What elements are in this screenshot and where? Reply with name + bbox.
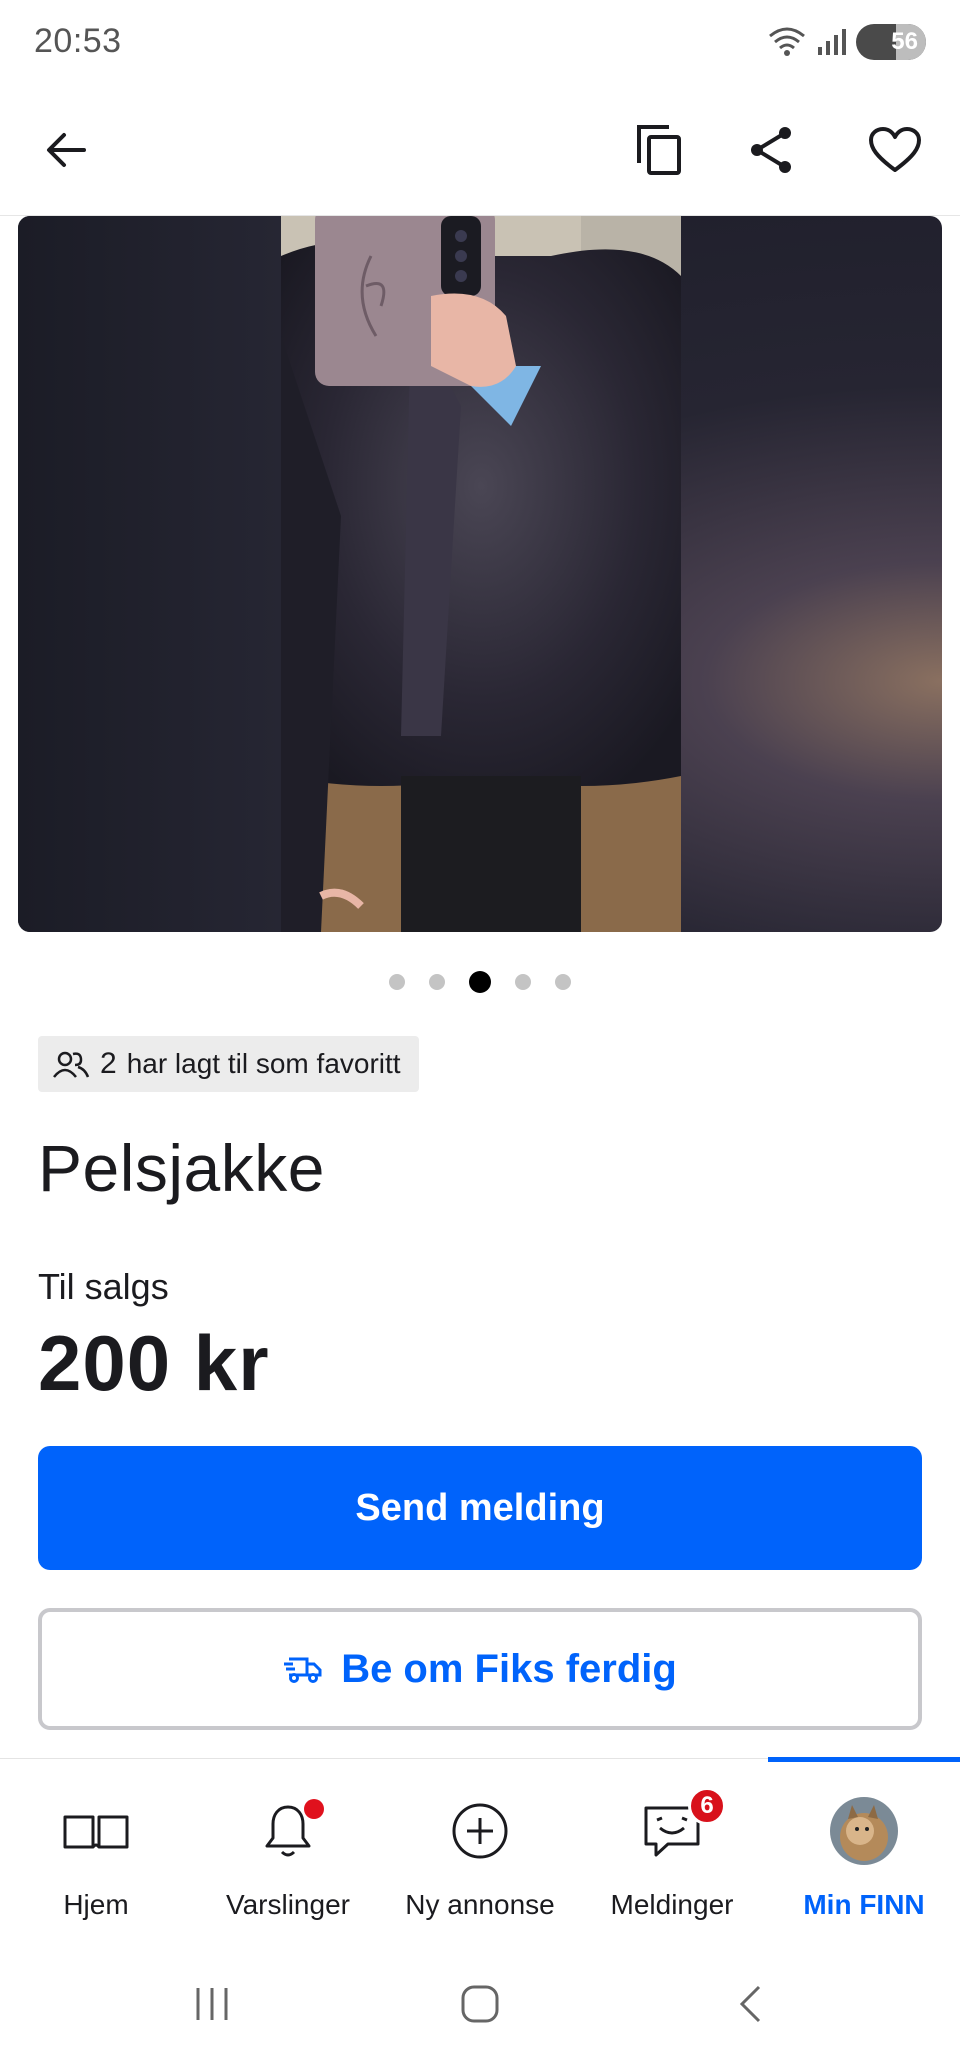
arrow-left-icon bbox=[47, 133, 86, 167]
recent-apps-icon bbox=[196, 1988, 228, 2020]
notification-dot bbox=[304, 1799, 324, 1819]
status-bar: 20:53 56 bbox=[0, 0, 960, 86]
system-back-button[interactable] bbox=[710, 1974, 790, 2034]
avatar bbox=[830, 1797, 898, 1865]
nav-label-min-finn: Min FINN bbox=[803, 1889, 925, 1920]
status-time: 20:53 bbox=[34, 22, 122, 60]
favorites-badge: 2 har lagt til som favoritt bbox=[38, 1036, 419, 1092]
home-button[interactable] bbox=[440, 1974, 520, 2034]
recent-apps-button[interactable] bbox=[172, 1974, 252, 2034]
listing-title: Pelsjakke bbox=[38, 1131, 325, 1205]
nav-item-min-finn[interactable]: Min FINN bbox=[768, 1759, 960, 1953]
fiks-ferdig-label: Be om Fiks ferdig bbox=[341, 1646, 677, 1691]
favorites-text: har lagt til som favoritt bbox=[126, 1048, 401, 1079]
system-nav-bar bbox=[0, 1952, 960, 2059]
heart-icon bbox=[869, 127, 921, 172]
fiks-ferdig-button[interactable]: Be om Fiks ferdig bbox=[38, 1608, 922, 1730]
signal-icon bbox=[818, 29, 846, 55]
wifi-icon bbox=[769, 27, 805, 56]
favorites-count: 2 bbox=[100, 1047, 117, 1080]
bottom-nav: Hjem Varslinger Ny annonse 6 Meldinger M… bbox=[0, 1757, 960, 1953]
battery-indicator: 56 bbox=[856, 24, 926, 60]
app-header bbox=[0, 86, 960, 216]
listing-price: 200 kr bbox=[38, 1319, 270, 1407]
nav-label-meldinger: Meldinger bbox=[610, 1889, 734, 1920]
nav-item-meldinger[interactable]: 6 Meldinger bbox=[576, 1759, 768, 1953]
carousel-dot[interactable] bbox=[515, 974, 531, 990]
copy-icon bbox=[637, 125, 681, 175]
nav-label-hjem: Hjem bbox=[63, 1889, 129, 1920]
book-icon bbox=[63, 1815, 129, 1849]
carousel-dot[interactable] bbox=[555, 974, 571, 990]
nav-item-hjem[interactable]: Hjem bbox=[0, 1759, 192, 1953]
send-message-button[interactable]: Send melding bbox=[38, 1446, 922, 1570]
nav-label-varslinger: Varslinger bbox=[226, 1889, 350, 1920]
share-icon bbox=[751, 127, 791, 173]
nav-label-ny-annonse: Ny annonse bbox=[405, 1889, 555, 1920]
back-button[interactable] bbox=[26, 110, 106, 190]
share-button[interactable] bbox=[731, 110, 811, 190]
copy-button[interactable] bbox=[620, 110, 700, 190]
image-gallery[interactable] bbox=[18, 216, 942, 932]
nav-item-ny-annonse[interactable]: Ny annonse bbox=[384, 1759, 576, 1953]
favorite-button[interactable] bbox=[855, 110, 935, 190]
carousel-dot-active[interactable] bbox=[469, 971, 491, 993]
carousel-dot[interactable] bbox=[429, 974, 445, 990]
sale-label: Til salgs bbox=[38, 1266, 169, 1307]
messages-badge: 6 bbox=[688, 1787, 726, 1825]
status-icons: 56 bbox=[768, 22, 926, 62]
delivery-truck-icon bbox=[284, 1657, 322, 1683]
carousel-dot[interactable] bbox=[389, 974, 405, 990]
people-icon bbox=[53, 1051, 90, 1078]
listing-photo bbox=[281, 216, 681, 932]
send-message-label: Send melding bbox=[355, 1486, 605, 1529]
nav-item-varslinger[interactable]: Varslinger bbox=[192, 1759, 384, 1953]
carousel-indicator bbox=[0, 970, 960, 994]
home-icon bbox=[461, 1985, 499, 2023]
plus-circle-icon bbox=[452, 1803, 508, 1859]
chevron-left-icon bbox=[739, 1985, 761, 2023]
